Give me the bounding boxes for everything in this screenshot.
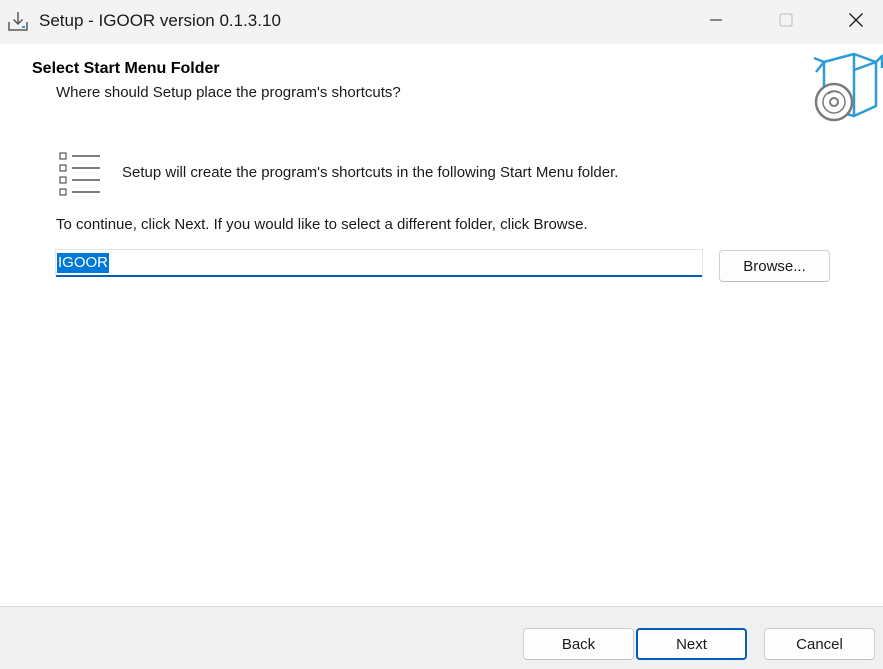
minimize-icon — [709, 13, 723, 32]
back-button[interactable]: Back — [523, 628, 634, 660]
installer-download-icon — [6, 10, 30, 34]
setup-window: Setup - IGOOR version 0.1.3.10 Select St… — [0, 0, 883, 669]
maximize-button[interactable] — [763, 0, 809, 44]
close-button[interactable] — [833, 0, 879, 44]
cancel-button[interactable]: Cancel — [764, 628, 875, 660]
page-subtitle: Where should Setup place the program's s… — [56, 84, 401, 101]
wizard-footer — [0, 606, 883, 669]
close-icon — [848, 12, 864, 33]
software-box-disc-icon — [810, 50, 883, 122]
maximize-icon — [779, 13, 793, 32]
next-button[interactable]: Next — [636, 628, 747, 660]
page-title: Select Start Menu Folder — [32, 60, 220, 77]
minimize-button[interactable] — [693, 0, 739, 44]
title-bar[interactable]: Setup - IGOOR version 0.1.3.10 — [0, 0, 883, 44]
browse-button[interactable]: Browse... — [719, 250, 830, 282]
folder-input-selected-text: IGOOR — [57, 253, 110, 273]
instruction-text: To continue, click Next. If you would li… — [56, 216, 588, 233]
start-menu-folder-input[interactable] — [56, 250, 702, 277]
shortcut-info-text: Setup will create the program's shortcut… — [122, 164, 619, 181]
list-icon — [58, 151, 102, 197]
wizard-header: Select Start Menu Folder Where should Se… — [0, 44, 883, 124]
window-title: Setup - IGOOR version 0.1.3.10 — [39, 11, 281, 30]
